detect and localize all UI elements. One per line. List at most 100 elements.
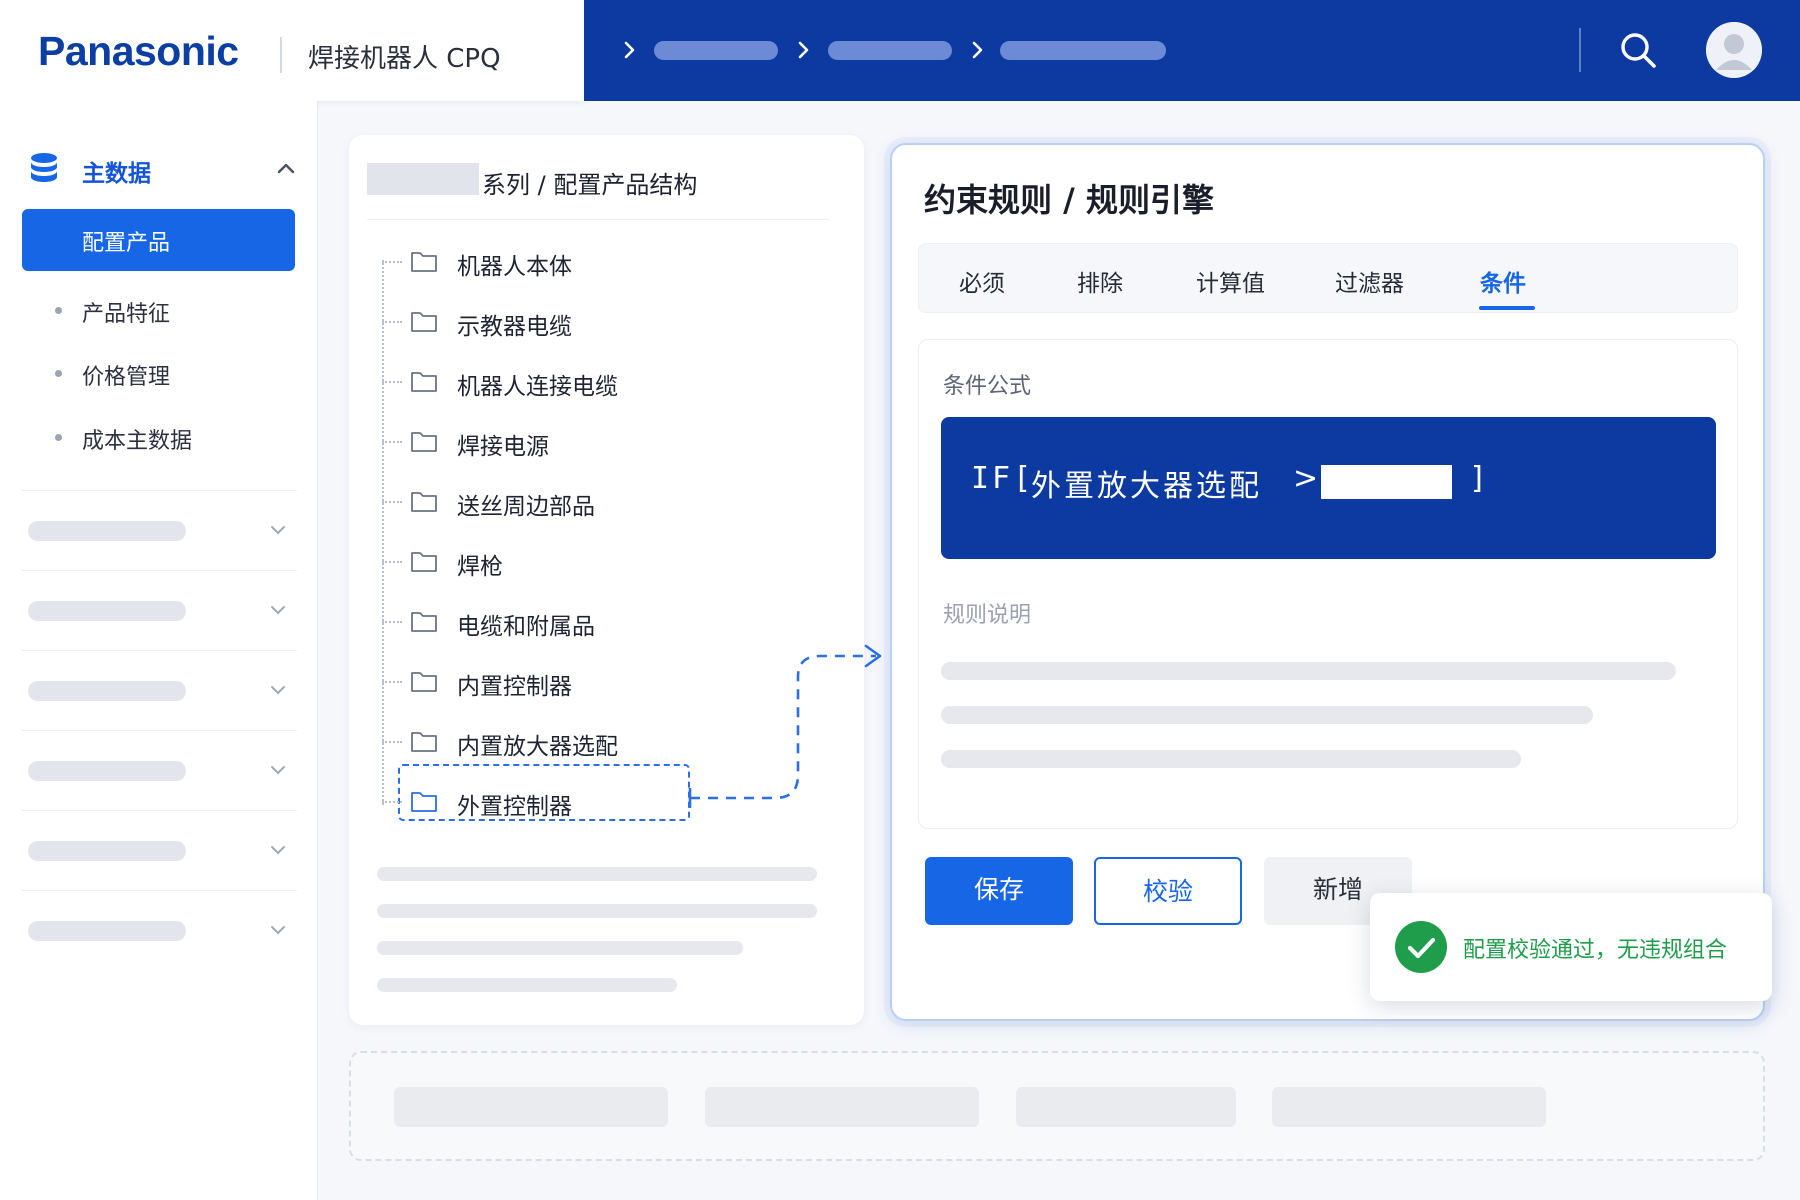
tree-connector bbox=[382, 741, 402, 743]
tree-node[interactable]: 内置控制器 bbox=[382, 662, 822, 702]
sidebar-collapsed-group[interactable] bbox=[22, 570, 297, 650]
placeholder-bar bbox=[28, 761, 186, 781]
tree-node-label: 电缆和附属品 bbox=[457, 614, 595, 640]
sidebar-collapsed-group[interactable] bbox=[22, 890, 297, 970]
placeholder-block bbox=[1272, 1087, 1546, 1127]
chevron-down-icon bbox=[267, 599, 289, 621]
nav-divider bbox=[1579, 28, 1581, 72]
sidebar-item-config-product[interactable]: 配置产品 bbox=[22, 209, 295, 271]
database-icon bbox=[28, 151, 60, 185]
search-icon[interactable] bbox=[1616, 28, 1660, 72]
tree-node-selected[interactable]: 外置控制器 bbox=[382, 764, 822, 822]
tree-node-label: 机器人连接电缆 bbox=[457, 374, 618, 400]
sidebar-group-label: 主数据 bbox=[82, 161, 151, 187]
bullet-icon bbox=[55, 307, 62, 314]
tree-node[interactable]: 内置放大器选配 bbox=[382, 722, 822, 762]
chevron-down-icon bbox=[267, 519, 289, 541]
chevron-up-icon[interactable] bbox=[274, 157, 298, 181]
tree-node-label: 机器人本体 bbox=[457, 254, 572, 280]
rule-tabs: 必须 排除 计算值 过滤器 条件 bbox=[918, 243, 1738, 313]
sidebar-item-price-management[interactable]: 价格管理 bbox=[55, 357, 295, 390]
condition-formula-editor[interactable]: IF[ 外置放大器选配 > ] bbox=[941, 417, 1716, 559]
folder-icon bbox=[410, 549, 438, 573]
bullet-icon bbox=[55, 434, 62, 441]
active-tab-indicator bbox=[1479, 306, 1535, 310]
tab-required[interactable]: 必须 bbox=[959, 264, 1005, 298]
verify-button[interactable]: 校验 bbox=[1094, 857, 1242, 925]
formula-closing: ] bbox=[1469, 461, 1488, 496]
avatar[interactable] bbox=[1706, 22, 1762, 78]
folder-icon bbox=[410, 489, 438, 513]
tree-connector bbox=[382, 441, 402, 443]
tree-node-label: 焊枪 bbox=[457, 554, 503, 580]
tab-exclude[interactable]: 排除 bbox=[1077, 264, 1123, 298]
folder-icon bbox=[410, 609, 438, 633]
save-button[interactable]: 保存 bbox=[925, 857, 1073, 925]
placeholder-bar bbox=[377, 941, 743, 955]
panel-title: 约束规则 / 规则引擎 bbox=[924, 181, 1214, 219]
sidebar-group-master-data[interactable]: 主数据 bbox=[28, 149, 298, 189]
tab-condition[interactable]: 条件 bbox=[1480, 264, 1526, 298]
formula-operand: 外置放大器选配 bbox=[1031, 469, 1262, 504]
sidebar-item-label: 价格管理 bbox=[82, 365, 171, 390]
tree-node[interactable]: 焊枪 bbox=[382, 542, 822, 582]
rule-description-label: 规则说明 bbox=[943, 603, 1032, 628]
toast-message: 配置校验通过，无违规组合 bbox=[1463, 938, 1728, 963]
condition-panel: 条件公式 IF[ 外置放大器选配 > ] 规则说明 bbox=[918, 339, 1738, 829]
tree-connector bbox=[382, 501, 402, 503]
folder-icon bbox=[410, 729, 438, 753]
tree-node[interactable]: 机器人本体 bbox=[382, 242, 822, 282]
formula-keyword: IF[ bbox=[971, 461, 1035, 496]
placeholder-bar bbox=[941, 662, 1676, 680]
sidebar-collapsed-group[interactable] bbox=[22, 650, 297, 730]
chevron-down-icon bbox=[267, 839, 289, 861]
sidebar: 主数据 配置产品 产品特征 价格管理 成本主数据 bbox=[0, 101, 318, 1200]
condition-formula-label: 条件公式 bbox=[943, 374, 1032, 399]
bullet-icon bbox=[55, 370, 62, 377]
panasonic-logo[interactable]: Panasonic bbox=[38, 28, 239, 75]
chevron-right-icon bbox=[968, 36, 988, 64]
product-structure-panel: 系列 / 配置产品结构 机器人本体 示教器电缆 机器人连接电缆 焊接电源 送丝周… bbox=[349, 135, 864, 1025]
tree-node[interactable]: 送丝周边部品 bbox=[382, 482, 822, 522]
tree-node[interactable]: 电缆和附属品 bbox=[382, 602, 822, 642]
folder-icon bbox=[410, 309, 438, 333]
success-toast: 配置校验通过，无违规组合 bbox=[1370, 893, 1772, 1001]
formula-operator: > bbox=[1293, 461, 1319, 496]
sidebar-collapsed-group[interactable] bbox=[22, 490, 297, 570]
chevron-right-icon bbox=[620, 36, 640, 64]
tree-connector bbox=[382, 681, 402, 683]
sidebar-collapsed-group[interactable] bbox=[22, 810, 297, 890]
placeholder-block bbox=[705, 1087, 979, 1127]
tree-node[interactable]: 焊接电源 bbox=[382, 422, 822, 462]
sidebar-item-product-features[interactable]: 产品特征 bbox=[55, 294, 295, 327]
brand-bar: Panasonic 焊接机器人 CPQ bbox=[0, 0, 584, 101]
placeholder-bar bbox=[941, 750, 1521, 768]
tree-node[interactable]: 示教器电缆 bbox=[382, 302, 822, 342]
tree-node-label: 内置控制器 bbox=[457, 674, 572, 700]
divider bbox=[367, 219, 829, 220]
chevron-right-icon bbox=[794, 36, 814, 64]
top-nav bbox=[584, 0, 1800, 101]
breadcrumb-item[interactable] bbox=[654, 41, 778, 60]
breadcrumb-item[interactable] bbox=[1000, 41, 1166, 60]
tree-node-label: 送丝周边部品 bbox=[457, 494, 595, 520]
tab-calculated-value[interactable]: 计算值 bbox=[1196, 264, 1265, 298]
tab-filter[interactable]: 过滤器 bbox=[1335, 264, 1404, 298]
tree-connector bbox=[382, 801, 402, 803]
sidebar-item-label: 配置产品 bbox=[82, 231, 171, 256]
sidebar-item-cost-master[interactable]: 成本主数据 bbox=[55, 421, 295, 454]
chevron-down-icon bbox=[267, 679, 289, 701]
tree-node[interactable]: 机器人连接电缆 bbox=[382, 362, 822, 402]
breadcrumb-item[interactable] bbox=[828, 41, 952, 60]
folder-icon bbox=[410, 669, 438, 693]
tree-connector bbox=[382, 261, 402, 263]
brand-divider bbox=[280, 37, 282, 73]
formula-value-input[interactable] bbox=[1321, 465, 1452, 499]
placeholder-block bbox=[394, 1087, 668, 1127]
tree-node-label: 焊接电源 bbox=[457, 434, 549, 460]
placeholder-block bbox=[1016, 1087, 1236, 1127]
placeholder-bar bbox=[28, 521, 186, 541]
sidebar-collapsed-group[interactable] bbox=[22, 730, 297, 810]
folder-icon bbox=[410, 369, 438, 393]
check-circle-icon bbox=[1395, 921, 1447, 973]
